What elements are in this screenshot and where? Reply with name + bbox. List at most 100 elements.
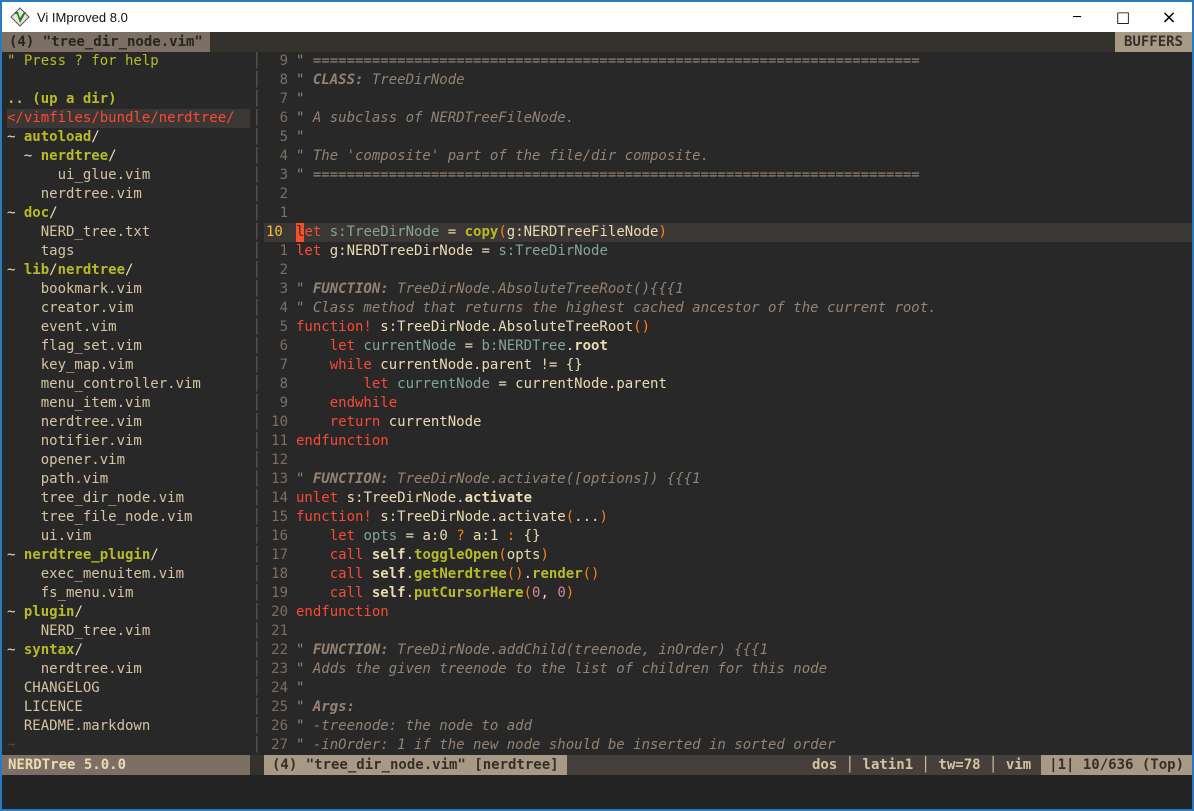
tree-item[interactable]: ~ plugin/ [7, 603, 250, 622]
code-line[interactable]: 3" =====================================… [264, 166, 1192, 185]
code-line[interactable]: 9 endwhile [264, 394, 1192, 413]
tree-item[interactable]: flag_set.vim [7, 337, 250, 356]
tree-item[interactable]: menu_item.vim [7, 394, 250, 413]
close-button[interactable]: × [1146, 2, 1192, 32]
text-segment: currentNode [397, 375, 490, 394]
code-line[interactable]: 7" [264, 90, 1192, 109]
tree-item[interactable]: key_map.vim [7, 356, 250, 375]
window-vertical-separator[interactable]: │ │ │ │ │ │ │ │ │ │ │ │ │ │ │ │ │ │ │ │ … [250, 52, 264, 755]
minimize-button[interactable]: ─ [1054, 2, 1100, 32]
tree-item[interactable]: opener.vim [7, 451, 250, 470]
text-segment: {} [515, 527, 540, 546]
code-line[interactable]: 10 return currentNode [264, 413, 1192, 432]
text-segment: ui_glue.vim [7, 166, 150, 185]
code-line[interactable]: 1let g:NERDTreeDirNode = s:TreeDirNode [264, 242, 1192, 261]
tree-item[interactable]: fs_menu.vim [7, 584, 250, 603]
text-segment: call [330, 546, 364, 565]
tree-item[interactable]: ~ nerdtree_plugin/ [7, 546, 250, 565]
code-line[interactable]: 4" The 'composite' part of the file/dir … [264, 147, 1192, 166]
code-line[interactable]: 9" =====================================… [264, 52, 1192, 71]
code-line[interactable]: 27" -inOrder: 1 if the new node should b… [264, 736, 1192, 755]
code-line[interactable]: 2 [264, 185, 1192, 204]
code-line[interactable]: 5" [264, 128, 1192, 147]
tree-item[interactable]: nerdtree.vim [7, 185, 250, 204]
text-segment: tree_dir_node.vim [7, 489, 184, 508]
tree-item[interactable]: ~ autoload/ [7, 128, 250, 147]
tree-item[interactable]: menu_controller.vim [7, 375, 250, 394]
code-line[interactable]: 18 call self.getNerdtree().render() [264, 565, 1192, 584]
code-line[interactable]: 3" FUNCTION: TreeDirNode.AbsoluteTreeRoo… [264, 280, 1192, 299]
command-line[interactable] [2, 775, 1192, 809]
code-line[interactable]: 12 [264, 451, 1192, 470]
tree-item[interactable]: ~ nerdtree/ [7, 147, 250, 166]
maximize-button[interactable]: □ [1100, 2, 1146, 32]
text-segment: tree_file_node.vim [7, 508, 192, 527]
code-line[interactable]: 8 let currentNode = currentNode.parent [264, 375, 1192, 394]
tree-item[interactable]: exec_menuitem.vim [7, 565, 250, 584]
nerdtree-pane[interactable]: " Press ? for help .. (up a dir)</vimfile… [2, 52, 250, 755]
tree-item[interactable]: ui.vim [7, 527, 250, 546]
tree-item[interactable]: path.vim [7, 470, 250, 489]
tree-item[interactable]: .. (up a dir) [7, 90, 250, 109]
code-line[interactable]: 13" FUNCTION: TreeDirNode.activate([opti… [264, 470, 1192, 489]
tree-item[interactable]: ~ lib/nerdtree/ [7, 261, 250, 280]
code-line[interactable]: 8" CLASS: TreeDirNode [264, 71, 1192, 90]
tree-item[interactable]: creator.vim [7, 299, 250, 318]
code-line[interactable]: 2 [264, 261, 1192, 280]
code-line[interactable]: 19 call self.putCursorHere(0, 0) [264, 584, 1192, 603]
text-segment: . [406, 584, 414, 603]
text-segment: " -treenode: the node to add [296, 717, 532, 736]
code-line[interactable]: 23" Adds the given treenode to the list … [264, 660, 1192, 679]
text-segment [296, 546, 330, 565]
code-line[interactable]: 25" Args: [264, 698, 1192, 717]
tree-item[interactable]: NERD_tree.vim [7, 622, 250, 641]
code-line[interactable]: 4" Class method that returns the highest… [264, 299, 1192, 318]
tree-item[interactable]: bookmark.vim [7, 280, 250, 299]
tree-item[interactable]: CHANGELOG [7, 679, 250, 698]
text-segment: / [91, 128, 99, 147]
tree-item[interactable]: ~ doc/ [7, 204, 250, 223]
tree-item[interactable]: tags [7, 242, 250, 261]
tree-item[interactable]: event.vim [7, 318, 250, 337]
code-line[interactable]: 24" [264, 679, 1192, 698]
code-line[interactable]: 15function! s:TreeDirNode.activate(...) [264, 508, 1192, 527]
tree-item[interactable]: " Press ? for help [7, 52, 250, 71]
tree-item[interactable]: ~ syntax/ [7, 641, 250, 660]
code-line[interactable]: 6 let currentNode = b:NERDTree.root [264, 337, 1192, 356]
code-line[interactable]: 17 call self.toggleOpen(opts) [264, 546, 1192, 565]
tree-item[interactable]: NERD_tree.txt [7, 223, 250, 242]
tree-item[interactable]: </vimfiles/bundle/nerdtree/ [7, 109, 250, 128]
code-line[interactable]: 26" -treenode: the node to add [264, 717, 1192, 736]
tree-item[interactable]: tree_dir_node.vim [7, 489, 250, 508]
code-line[interactable]: 1 [264, 204, 1192, 223]
code-line[interactable]: 6" A subclass of NERDTreeFileNode. [264, 109, 1192, 128]
text-segment: s:TreeDirNode.activate [372, 508, 566, 527]
code-line[interactable]: 14unlet s:TreeDirNode.activate [264, 489, 1192, 508]
tree-item[interactable]: README.markdown [7, 717, 250, 736]
code-line[interactable]: 20endfunction [264, 603, 1192, 622]
tree-item[interactable] [7, 71, 250, 90]
tree-item[interactable]: notifier.vim [7, 432, 250, 451]
code-line[interactable]: 22" FUNCTION: TreeDirNode.addChild(treen… [264, 641, 1192, 660]
statusline-flags: dos │ latin1 │ tw=78 │ vim [567, 755, 1042, 775]
tree-item[interactable]: ~ [7, 736, 250, 755]
tree-item[interactable]: LICENCE [7, 698, 250, 717]
code-line[interactable]: 5function! s:TreeDirNode.AbsoluteTreeRoo… [264, 318, 1192, 337]
tree-item[interactable]: nerdtree.vim [7, 413, 250, 432]
code-line[interactable]: 11endfunction [264, 432, 1192, 451]
code-line[interactable]: 10let s:TreeDirNode = copy(g:NERDTreeFil… [264, 223, 1192, 242]
tree-item[interactable]: tree_file_node.vim [7, 508, 250, 527]
line-number: 10 [264, 223, 288, 242]
title-bar[interactable]: Vi IMproved 8.0 ─ □ × [2, 2, 1192, 32]
tree-item[interactable]: nerdtree.vim [7, 660, 250, 679]
code-line[interactable]: 21 [264, 622, 1192, 641]
buffer-tab[interactable]: (4) "tree_dir_node.vim" [2, 32, 210, 52]
line-number: 5 [264, 318, 288, 337]
line-number: 17 [264, 546, 288, 565]
editor-pane[interactable]: 9" =====================================… [264, 52, 1192, 755]
code-line[interactable]: 16 let opts = a:0 ? a:1 : {} [264, 527, 1192, 546]
code-line[interactable]: 7 while currentNode.parent != {} [264, 356, 1192, 375]
text-segment: bookmark.vim [7, 280, 142, 299]
text-segment: menu_controller.vim [7, 375, 201, 394]
tree-item[interactable]: ui_glue.vim [7, 166, 250, 185]
